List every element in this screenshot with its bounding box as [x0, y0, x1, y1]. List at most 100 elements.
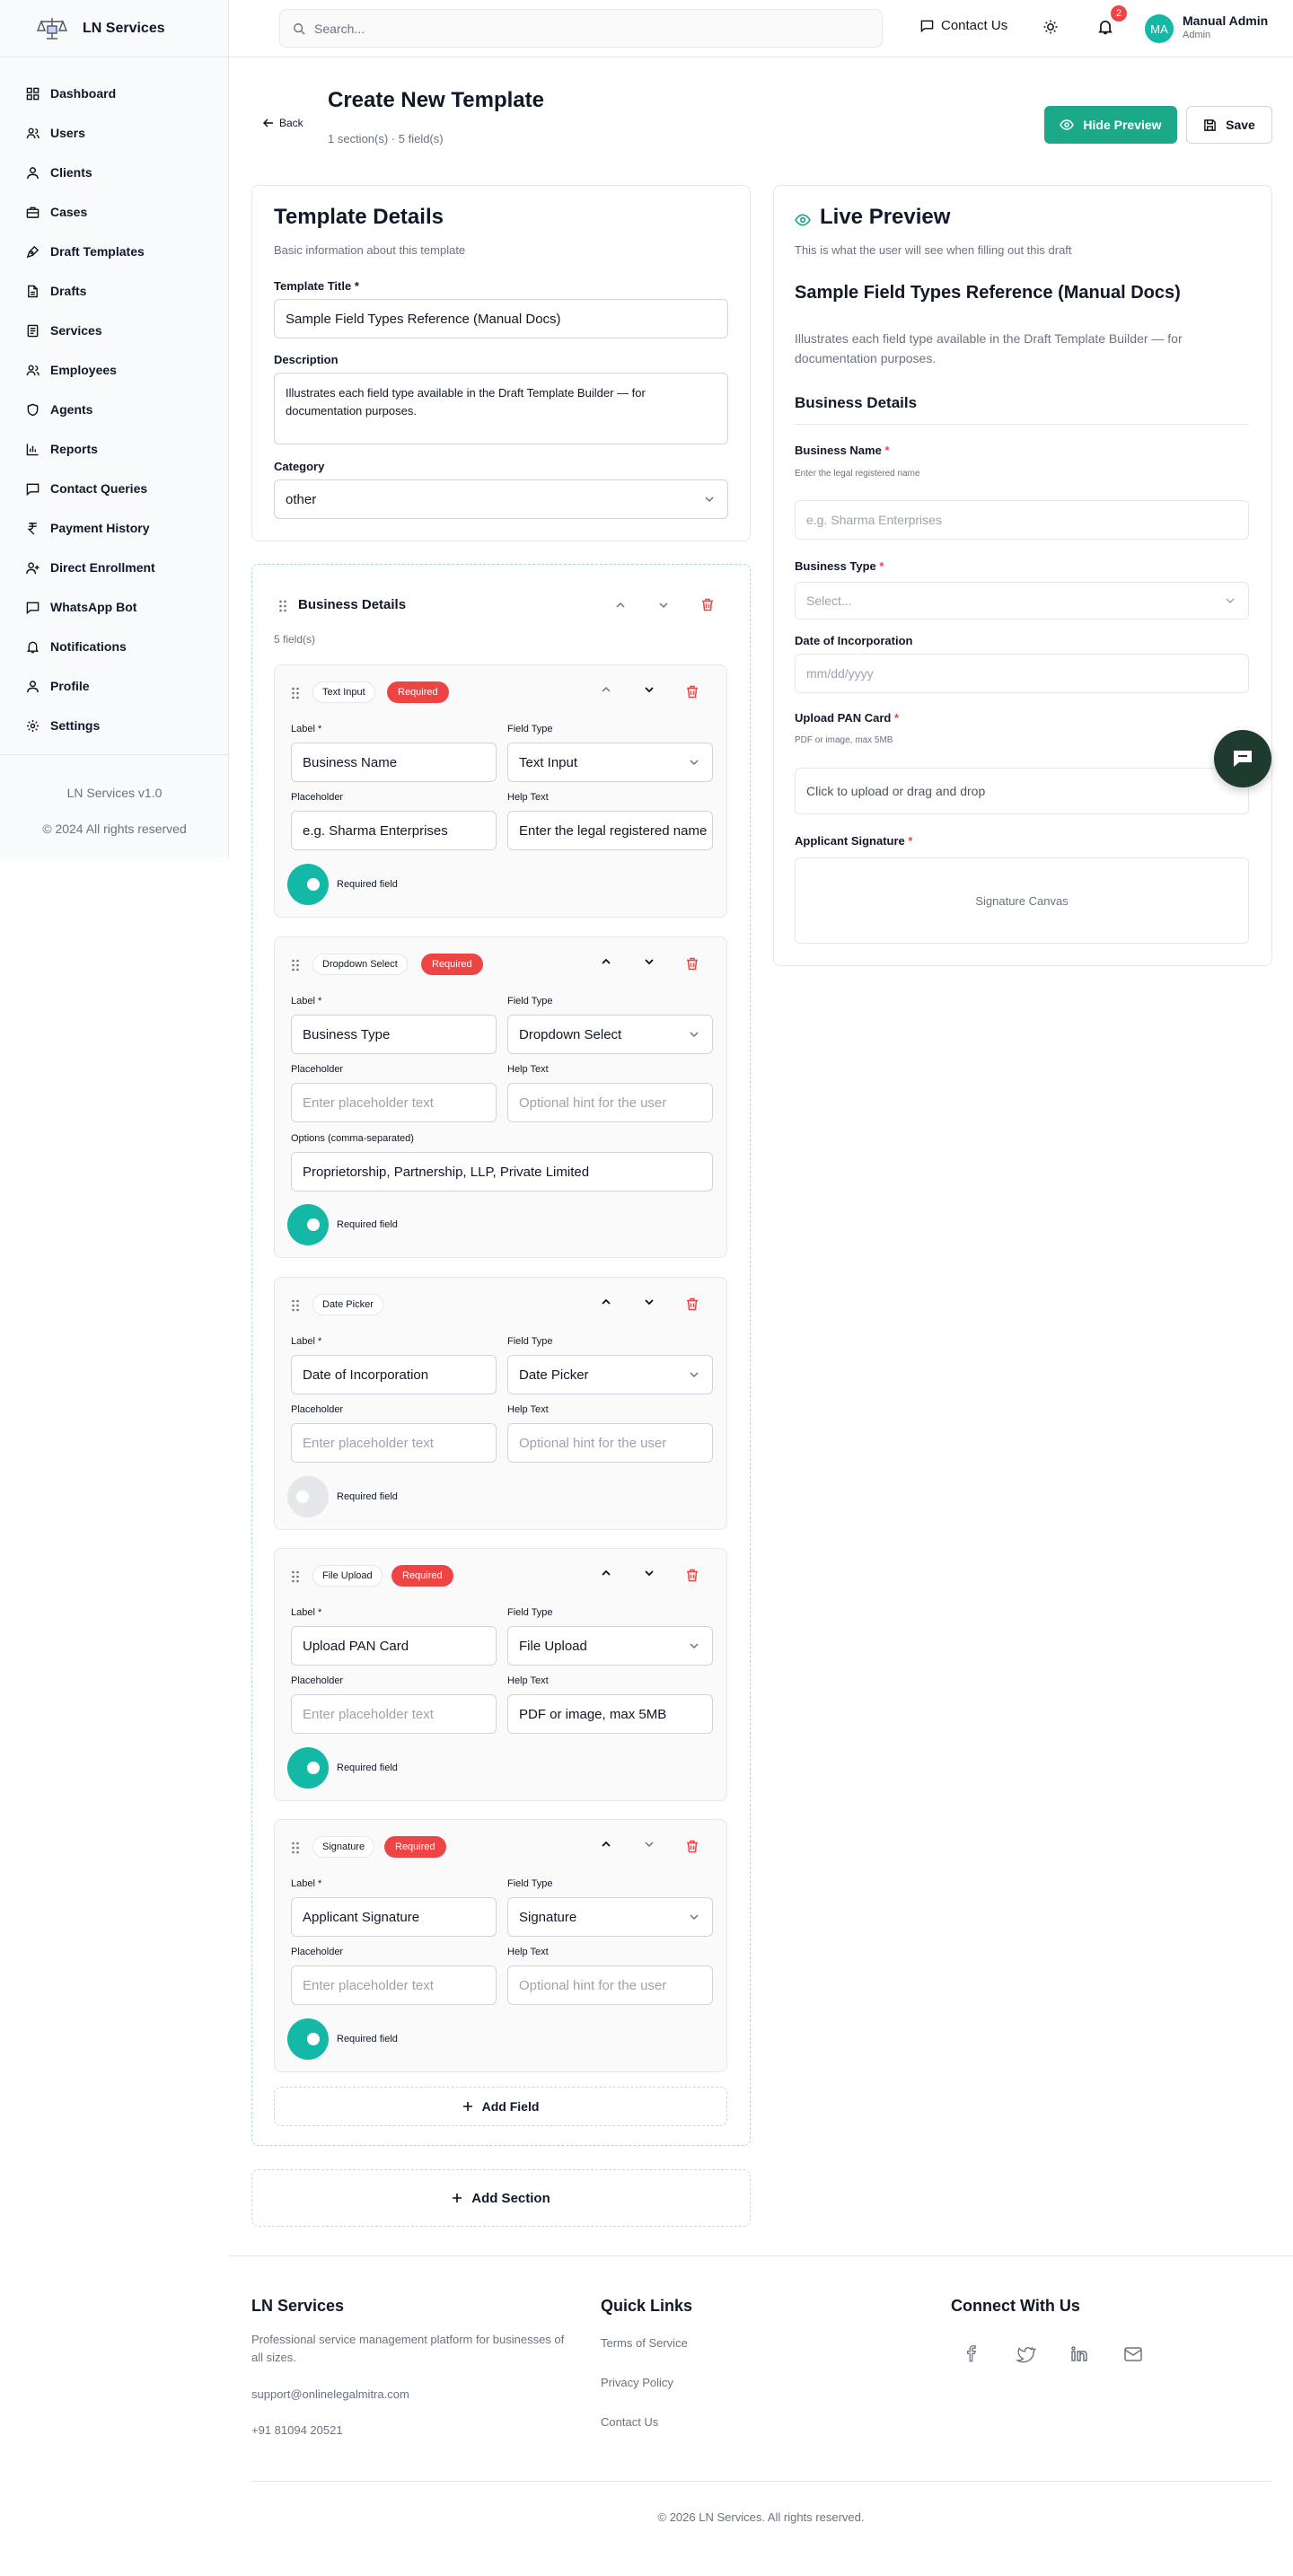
required-toggle[interactable]	[287, 864, 329, 905]
preview-business-name-input[interactable]: e.g. Sharma Enterprises	[795, 500, 1249, 540]
chevron-up-icon[interactable]	[600, 957, 612, 966]
chevron-up-icon[interactable]	[600, 685, 612, 694]
field-type-pill: Signature	[312, 1836, 375, 1858]
footer-email[interactable]: support@onlinelegalmitra.com	[251, 2386, 409, 2404]
sidebar-item-clients[interactable]: Clients	[0, 153, 228, 192]
chevron-up-icon[interactable]	[600, 1297, 612, 1306]
brand[interactable]: LN Services	[0, 0, 228, 57]
label-input[interactable]: Business Name	[291, 743, 497, 782]
placeholder-input[interactable]: Enter placeholder text	[291, 1965, 497, 2005]
trash-icon[interactable]	[686, 1297, 699, 1311]
drag-handle-icon[interactable]	[278, 599, 287, 613]
placeholder-input[interactable]: Enter placeholder text	[291, 1694, 497, 1734]
label-input[interactable]: Applicant Signature	[291, 1897, 497, 1937]
placeholder-input[interactable]: Enter placeholder text	[291, 1083, 497, 1122]
required-toggle[interactable]	[287, 1204, 329, 1245]
trash-icon[interactable]	[686, 957, 699, 971]
sidebar-item-direct-enrollment[interactable]: Direct Enrollment	[0, 548, 228, 587]
sidebar-item-employees[interactable]: Employees	[0, 350, 228, 390]
footer-link-terms[interactable]: Terms of Service	[601, 2334, 688, 2352]
required-toggle[interactable]	[287, 1747, 329, 1789]
chevron-down-icon[interactable]	[643, 1569, 655, 1578]
drag-handle-icon[interactable]	[291, 1298, 300, 1313]
chevron-up-icon[interactable]	[600, 1569, 612, 1578]
trash-icon[interactable]	[686, 1840, 699, 1853]
add-field-button[interactable]: Add Field	[274, 2087, 727, 2126]
footer-link-privacy[interactable]: Privacy Policy	[601, 2374, 673, 2392]
sidebar-item-draft-templates[interactable]: Draft Templates	[0, 232, 228, 271]
label-input[interactable]: Date of Incorporation	[291, 1355, 497, 1394]
options-input[interactable]: Proprietorship, Partnership, LLP, Privat…	[291, 1152, 713, 1191]
drag-handle-icon[interactable]	[291, 686, 300, 700]
mail-icon[interactable]	[1122, 2343, 1144, 2365]
template-title-input[interactable]: Sample Field Types Reference (Manual Doc…	[274, 299, 728, 338]
help-text-input[interactable]: Optional hint for the user	[507, 1423, 713, 1463]
field-type-select[interactable]: Text Input	[507, 743, 713, 782]
trash-icon[interactable]	[686, 1569, 699, 1582]
search-box[interactable]	[279, 9, 883, 48]
chevron-down-icon[interactable]	[643, 1840, 655, 1849]
chevron-down-icon[interactable]	[643, 1297, 655, 1306]
required-badge: Required	[384, 1836, 446, 1858]
sidebar-item-drafts[interactable]: Drafts	[0, 271, 228, 311]
sidebar-item-dashboard[interactable]: Dashboard	[0, 74, 228, 113]
description-textarea[interactable]: Illustrates each field type available in…	[274, 373, 728, 444]
drag-handle-icon[interactable]	[291, 1841, 300, 1855]
sidebar-item-contact-queries[interactable]: Contact Queries	[0, 469, 228, 508]
search-input[interactable]	[314, 21, 853, 36]
required-toggle[interactable]	[287, 2018, 329, 2060]
contact-us-button[interactable]: Contact Us	[920, 18, 1007, 33]
drag-handle-icon[interactable]	[291, 958, 300, 972]
sidebar-item-reports[interactable]: Reports	[0, 429, 228, 469]
sidebar-item-users[interactable]: Users	[0, 113, 228, 153]
placeholder-input[interactable]: e.g. Sharma Enterprises	[291, 811, 497, 850]
label-input[interactable]: Upload PAN Card	[291, 1626, 497, 1666]
placeholder-input[interactable]: Enter placeholder text	[291, 1423, 497, 1463]
sidebar-item-payment-history[interactable]: Payment History	[0, 508, 228, 548]
chevron-up-icon[interactable]	[614, 601, 627, 610]
sidebar-item-whatsapp-bot[interactable]: WhatsApp Bot	[0, 587, 228, 627]
facebook-icon[interactable]	[961, 2343, 982, 2365]
field-type-select[interactable]: File Upload	[507, 1626, 713, 1666]
sidebar-item-cases[interactable]: Cases	[0, 192, 228, 232]
sidebar-item-agents[interactable]: Agents	[0, 390, 228, 429]
hide-preview-button[interactable]: Hide Preview	[1044, 106, 1177, 144]
required-toggle[interactable]	[287, 1476, 329, 1517]
category-select[interactable]: other	[274, 479, 728, 519]
save-button[interactable]: Save	[1186, 106, 1272, 144]
preview-signature-canvas[interactable]: Signature Canvas	[795, 857, 1249, 944]
sidebar-item-notifications[interactable]: Notifications	[0, 627, 228, 666]
notifications-bell-icon[interactable]	[1097, 19, 1113, 35]
label-input[interactable]: Business Type	[291, 1015, 497, 1054]
add-section-button[interactable]: Add Section	[251, 2169, 751, 2227]
linkedin-icon[interactable]	[1069, 2343, 1090, 2365]
sidebar-item-services[interactable]: Services	[0, 311, 228, 350]
chat-widget-button[interactable]	[1214, 730, 1271, 787]
drag-handle-icon[interactable]	[291, 1569, 300, 1584]
help-text-input[interactable]: PDF or image, max 5MB	[507, 1694, 713, 1734]
help-text-input[interactable]: Optional hint for the user	[507, 1083, 713, 1122]
back-button[interactable]: Back	[263, 117, 303, 129]
field-type-select[interactable]: Signature	[507, 1897, 713, 1937]
chevron-down-icon[interactable]	[657, 601, 670, 610]
footer-link-contact[interactable]: Contact Us	[601, 2413, 658, 2431]
preview-business-type-select[interactable]: Select...	[795, 582, 1249, 620]
chevron-down-icon[interactable]	[643, 957, 655, 966]
file-text-icon	[26, 324, 40, 338]
footer-tagline: Professional service management platform…	[251, 2333, 565, 2364]
sidebar-item-settings[interactable]: Settings	[0, 706, 228, 745]
theme-toggle-sun-icon[interactable]	[1042, 19, 1059, 35]
twitter-icon[interactable]	[1015, 2343, 1036, 2365]
field-type-select[interactable]: Dropdown Select	[507, 1015, 713, 1054]
trash-icon[interactable]	[686, 685, 699, 699]
help-text-input[interactable]: Optional hint for the user	[507, 1965, 713, 2005]
field-type-select[interactable]: Date Picker	[507, 1355, 713, 1394]
chevron-down-icon[interactable]	[643, 685, 655, 694]
trash-icon[interactable]	[701, 598, 714, 611]
chevron-up-icon[interactable]	[600, 1840, 612, 1849]
preview-doi-input[interactable]: mm/dd/yyyy	[795, 654, 1249, 693]
sidebar-item-profile[interactable]: Profile	[0, 666, 228, 706]
help-text-input[interactable]: Enter the legal registered name	[507, 811, 713, 850]
avatar[interactable]: MA	[1145, 14, 1174, 43]
preview-pan-upload[interactable]: Click to upload or drag and drop	[795, 768, 1249, 814]
